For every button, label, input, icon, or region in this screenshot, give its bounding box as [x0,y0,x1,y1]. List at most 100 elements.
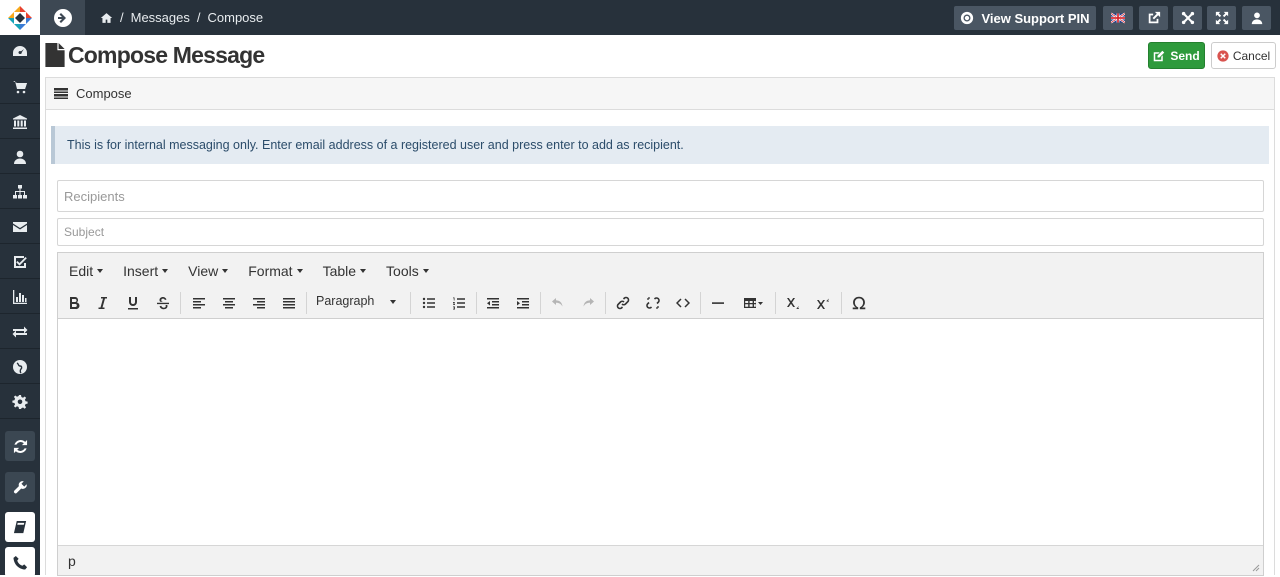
numbered-list-button[interactable] [447,292,471,314]
caret-down-icon [360,269,367,273]
bar-chart-icon[interactable] [0,280,40,314]
remove-link-button[interactable] [641,292,665,314]
underline-button[interactable] [121,292,145,314]
sidebar-toggle-button[interactable] [40,0,85,35]
menu-insert-label: Insert [123,262,159,279]
subject-field[interactable]: Subject [57,218,1264,246]
superscript-button[interactable] [811,292,835,314]
sitemap-icon[interactable] [0,175,40,209]
envelope-icon[interactable] [0,210,40,244]
dashboard-icon[interactable] [0,35,40,69]
subscript-icon [787,298,799,309]
sidebar [0,0,40,577]
editor-statusbar: p [58,545,1263,575]
italic-button[interactable] [91,292,115,314]
caret-down-icon [422,269,429,273]
language-button[interactable] [1103,6,1133,30]
outdent-button[interactable] [481,292,505,314]
home-icon[interactable] [100,12,113,24]
cancel-label: Cancel [1232,48,1271,63]
unlink-icon [646,297,660,309]
align-left-button[interactable] [187,292,211,314]
view-support-pin-button[interactable]: View Support PIN [954,6,1096,30]
bullet-list-button[interactable] [417,292,441,314]
menu-view[interactable]: View [188,262,229,279]
special-character-button[interactable] [847,292,871,314]
phone-icon[interactable] [5,547,35,577]
subscript-button[interactable] [781,292,805,314]
horizontal-rule-button[interactable] [706,292,730,314]
strikethrough-button[interactable] [151,292,175,314]
align-justify-button[interactable] [277,292,301,314]
element-path[interactable]: p [68,553,76,569]
resize-handle-icon[interactable] [1252,564,1260,572]
bullet-list-icon [422,297,435,309]
editor-content-area[interactable] [58,319,1263,544]
refresh-icon[interactable] [5,431,35,461]
send-button[interactable]: Send [1148,42,1205,69]
insert-link-button[interactable] [611,292,635,314]
book-icon[interactable] [5,512,35,542]
align-right-icon [253,298,265,309]
underline-icon [128,297,138,310]
globe-icon[interactable] [0,350,40,384]
omega-icon [852,296,866,310]
external-link-button[interactable] [1139,6,1168,30]
table-button[interactable] [738,292,770,314]
menu-tools-label: Tools [386,262,419,279]
info-alert: This is for internal messaging only. Ent… [51,126,1269,164]
arrow-right-circle-icon [53,8,72,27]
checklist-icon[interactable] [0,245,40,279]
toolbar-separator [700,292,701,314]
menu-format[interactable]: Format [248,262,303,279]
menu-insert[interactable]: Insert [123,262,169,279]
top-bar: / Messages / Compose View Support PIN [40,0,1280,35]
table-icon [744,298,763,308]
link-icon [616,296,630,310]
bank-icon[interactable] [0,105,40,139]
gear-icon[interactable] [0,385,40,419]
app-logo[interactable] [0,0,40,35]
breadcrumb-compose: Compose [207,10,264,25]
page-title: Compose Message [45,40,265,70]
caret-down-icon [97,269,104,273]
align-right-button[interactable] [247,292,271,314]
external-link-icon [1148,11,1160,24]
indent-button[interactable] [511,292,535,314]
user-icon[interactable] [0,140,40,174]
uk-flag-icon [1111,12,1125,24]
wrench-icon[interactable] [5,472,35,502]
cart-icon[interactable] [0,70,40,104]
joomla-icon [1181,11,1194,25]
cancel-button[interactable]: Cancel [1211,42,1276,69]
align-justify-icon [283,298,295,309]
menu-tools[interactable]: Tools [386,263,429,279]
breadcrumb-messages-link[interactable]: Messages [131,10,190,25]
menu-view-label: View [188,262,219,279]
block-format-select[interactable]: Paragraph [316,294,406,308]
joomla-button[interactable] [1173,6,1202,30]
support-pin-label: View Support PIN [981,10,1090,26]
align-center-button[interactable] [217,292,241,314]
menu-edit[interactable]: Edit [69,263,104,279]
menu-format-label: Format [248,262,293,279]
block-format-value: Paragraph [316,294,375,308]
align-center-icon [223,298,235,309]
menu-table[interactable]: Table [323,263,367,279]
source-code-button[interactable] [671,292,695,314]
toolbar-separator [605,292,606,314]
exchange-icon[interactable] [0,315,40,349]
caret-down-icon [390,300,396,304]
info-alert-text: This is for internal messaging only. Ent… [67,138,684,152]
breadcrumb-separator: / [196,10,201,25]
toolbar-separator [841,292,842,314]
account-button[interactable] [1242,6,1271,30]
redo-button[interactable] [576,292,600,314]
subject-placeholder: Subject [64,225,105,239]
panel-heading: Compose [46,78,1274,110]
outdent-icon [487,298,499,309]
recipients-field[interactable]: Recipients [57,180,1264,212]
fullscreen-button[interactable] [1207,6,1236,30]
bold-button[interactable] [62,292,86,314]
undo-button[interactable] [546,292,570,314]
